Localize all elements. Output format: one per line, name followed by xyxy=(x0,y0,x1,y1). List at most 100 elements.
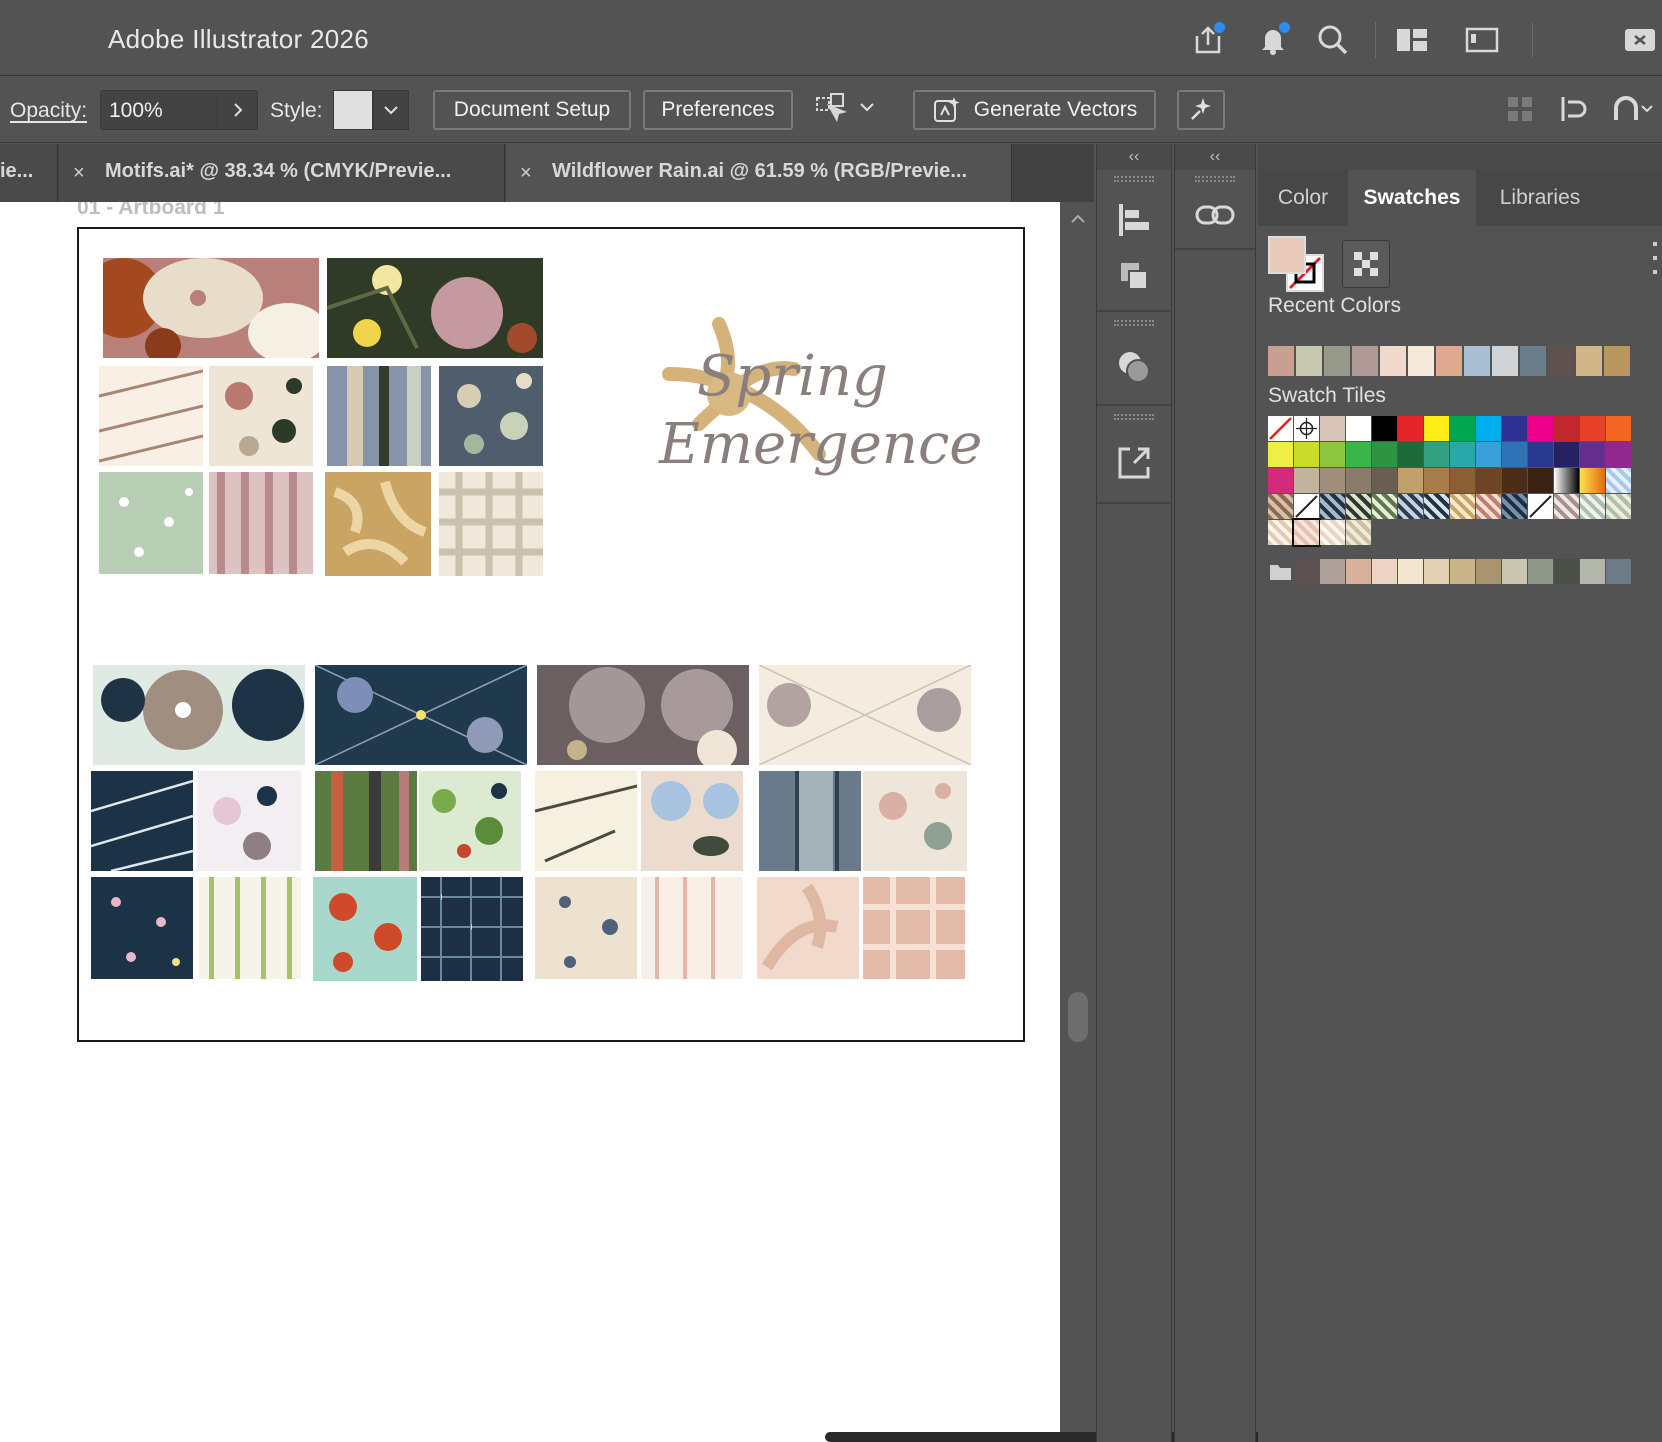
color-swatch[interactable] xyxy=(1424,468,1449,493)
panel-grip[interactable] xyxy=(1114,176,1154,182)
color-swatch[interactable] xyxy=(1294,559,1319,584)
color-swatch[interactable] xyxy=(1580,559,1605,584)
pattern-tile[interactable] xyxy=(641,771,743,871)
pattern-tile[interactable] xyxy=(439,472,543,576)
color-swatch[interactable] xyxy=(1294,468,1319,493)
links-panel-icon[interactable] xyxy=(1175,188,1255,242)
pattern-tile[interactable] xyxy=(757,877,859,979)
pattern-swatch[interactable] xyxy=(1398,494,1423,519)
color-swatch[interactable] xyxy=(1372,468,1397,493)
opacity-label[interactable]: Opacity: xyxy=(10,99,87,123)
search-icon[interactable] xyxy=(1313,20,1353,60)
vertical-scrollbar[interactable] xyxy=(1060,202,1096,1442)
pattern-swatch[interactable] xyxy=(1320,520,1345,545)
pattern-tile[interactable] xyxy=(209,366,313,466)
arrange-documents-icon[interactable] xyxy=(1618,20,1658,60)
recent-color-swatch[interactable] xyxy=(1548,346,1574,376)
color-swatch[interactable] xyxy=(1528,559,1553,584)
color-swatch[interactable] xyxy=(1502,442,1527,467)
pattern-tile[interactable] xyxy=(91,771,193,871)
color-swatch[interactable] xyxy=(1502,559,1527,584)
pattern-swatch[interactable] xyxy=(1424,494,1449,519)
scroll-up-icon[interactable] xyxy=(1068,212,1088,226)
color-swatch[interactable] xyxy=(1294,442,1319,467)
color-swatch[interactable] xyxy=(1502,468,1527,493)
panel-grip[interactable] xyxy=(1114,414,1154,420)
swatch-options-button[interactable] xyxy=(1342,240,1390,288)
pattern-tile[interactable] xyxy=(199,877,301,979)
pattern-swatch[interactable] xyxy=(1292,518,1321,547)
color-swatch[interactable] xyxy=(1450,442,1475,467)
share-icon[interactable] xyxy=(1188,20,1228,60)
pattern-swatch[interactable] xyxy=(1268,494,1293,519)
color-swatch[interactable] xyxy=(1528,416,1553,441)
pattern-swatch[interactable] xyxy=(1346,520,1371,545)
artboard[interactable]: Spring Emergence xyxy=(77,227,1025,1042)
preferences-button[interactable]: Preferences xyxy=(643,90,793,130)
export-panel-icon[interactable] xyxy=(1097,430,1171,496)
pattern-swatch[interactable] xyxy=(1450,494,1475,519)
swatch-none[interactable] xyxy=(1294,494,1319,519)
color-swatch[interactable] xyxy=(1346,442,1371,467)
color-swatch[interactable] xyxy=(1528,468,1553,493)
tab-libraries[interactable]: Libraries xyxy=(1476,170,1604,226)
document-setup-button[interactable]: Document Setup xyxy=(433,90,631,130)
pattern-tile[interactable] xyxy=(863,877,965,979)
color-swatch[interactable] xyxy=(1450,559,1475,584)
color-swatch[interactable] xyxy=(1268,468,1293,493)
graphic-style-swatch[interactable] xyxy=(333,90,373,130)
swatch-gradient[interactable] xyxy=(1580,468,1605,493)
recent-color-swatch[interactable] xyxy=(1436,346,1462,376)
opacity-slider-toggle[interactable] xyxy=(217,91,257,129)
pattern-tile[interactable] xyxy=(535,771,637,871)
color-swatch[interactable] xyxy=(1606,416,1631,441)
generate-vectors-button[interactable]: Generate Vectors xyxy=(913,90,1156,130)
grid-align-icon[interactable] xyxy=(1502,91,1538,127)
pattern-swatch[interactable] xyxy=(1346,494,1371,519)
pattern-tile[interactable] xyxy=(863,771,967,871)
color-swatch[interactable] xyxy=(1346,559,1371,584)
color-swatch[interactable] xyxy=(1476,468,1501,493)
recent-color-swatch[interactable] xyxy=(1408,346,1434,376)
color-swatch[interactable] xyxy=(1424,416,1449,441)
color-swatch[interactable] xyxy=(1398,442,1423,467)
pattern-tile[interactable] xyxy=(209,472,313,574)
pattern-tile[interactable] xyxy=(103,258,319,358)
pattern-swatch[interactable] xyxy=(1606,494,1631,519)
snap-magnet-icon[interactable] xyxy=(1610,91,1658,127)
recent-color-swatch[interactable] xyxy=(1352,346,1378,376)
color-swatch[interactable] xyxy=(1554,416,1579,441)
pattern-tile[interactable] xyxy=(91,877,193,979)
color-swatch[interactable] xyxy=(1502,416,1527,441)
color-swatch[interactable] xyxy=(1606,559,1631,584)
document-tab-motifs[interactable]: × Motifs.ai* @ 38.34 % (CMYK/Previe... xyxy=(59,144,505,202)
scrollbar-thumb[interactable] xyxy=(1068,992,1088,1042)
pattern-tile[interactable] xyxy=(325,472,431,576)
pattern-swatch[interactable] xyxy=(1320,494,1345,519)
notification-bell-icon[interactable] xyxy=(1253,20,1293,60)
align-to-pixel-icon[interactable] xyxy=(1556,91,1592,127)
color-swatch[interactable] xyxy=(1528,442,1553,467)
ai-sparkle-button[interactable] xyxy=(1177,90,1225,130)
panel-grip[interactable] xyxy=(1195,176,1235,182)
opacity-value[interactable]: 100% xyxy=(109,99,163,123)
color-swatch[interactable] xyxy=(1554,559,1579,584)
pattern-swatch[interactable] xyxy=(1372,494,1397,519)
fill-swatch[interactable] xyxy=(1268,236,1306,274)
pattern-tile[interactable] xyxy=(439,366,543,466)
pattern-tile[interactable] xyxy=(759,771,861,871)
pattern-tile[interactable] xyxy=(537,665,749,765)
recent-color-swatch[interactable] xyxy=(1296,346,1322,376)
spring-emergence-logo[interactable]: Spring Emergence xyxy=(639,314,982,524)
pattern-tile[interactable] xyxy=(327,366,431,466)
color-swatch[interactable] xyxy=(1372,559,1397,584)
collapse-panels-button[interactable]: ‹‹ xyxy=(1097,144,1171,170)
color-swatch[interactable] xyxy=(1320,468,1345,493)
color-group-folder-icon[interactable] xyxy=(1268,559,1293,584)
recent-color-swatch[interactable] xyxy=(1492,346,1518,376)
color-swatch[interactable] xyxy=(1320,416,1345,441)
pattern-swatch[interactable] xyxy=(1580,494,1605,519)
screen-mode-icon[interactable] xyxy=(1462,20,1502,60)
color-swatch[interactable] xyxy=(1450,468,1475,493)
color-swatch[interactable] xyxy=(1580,416,1605,441)
